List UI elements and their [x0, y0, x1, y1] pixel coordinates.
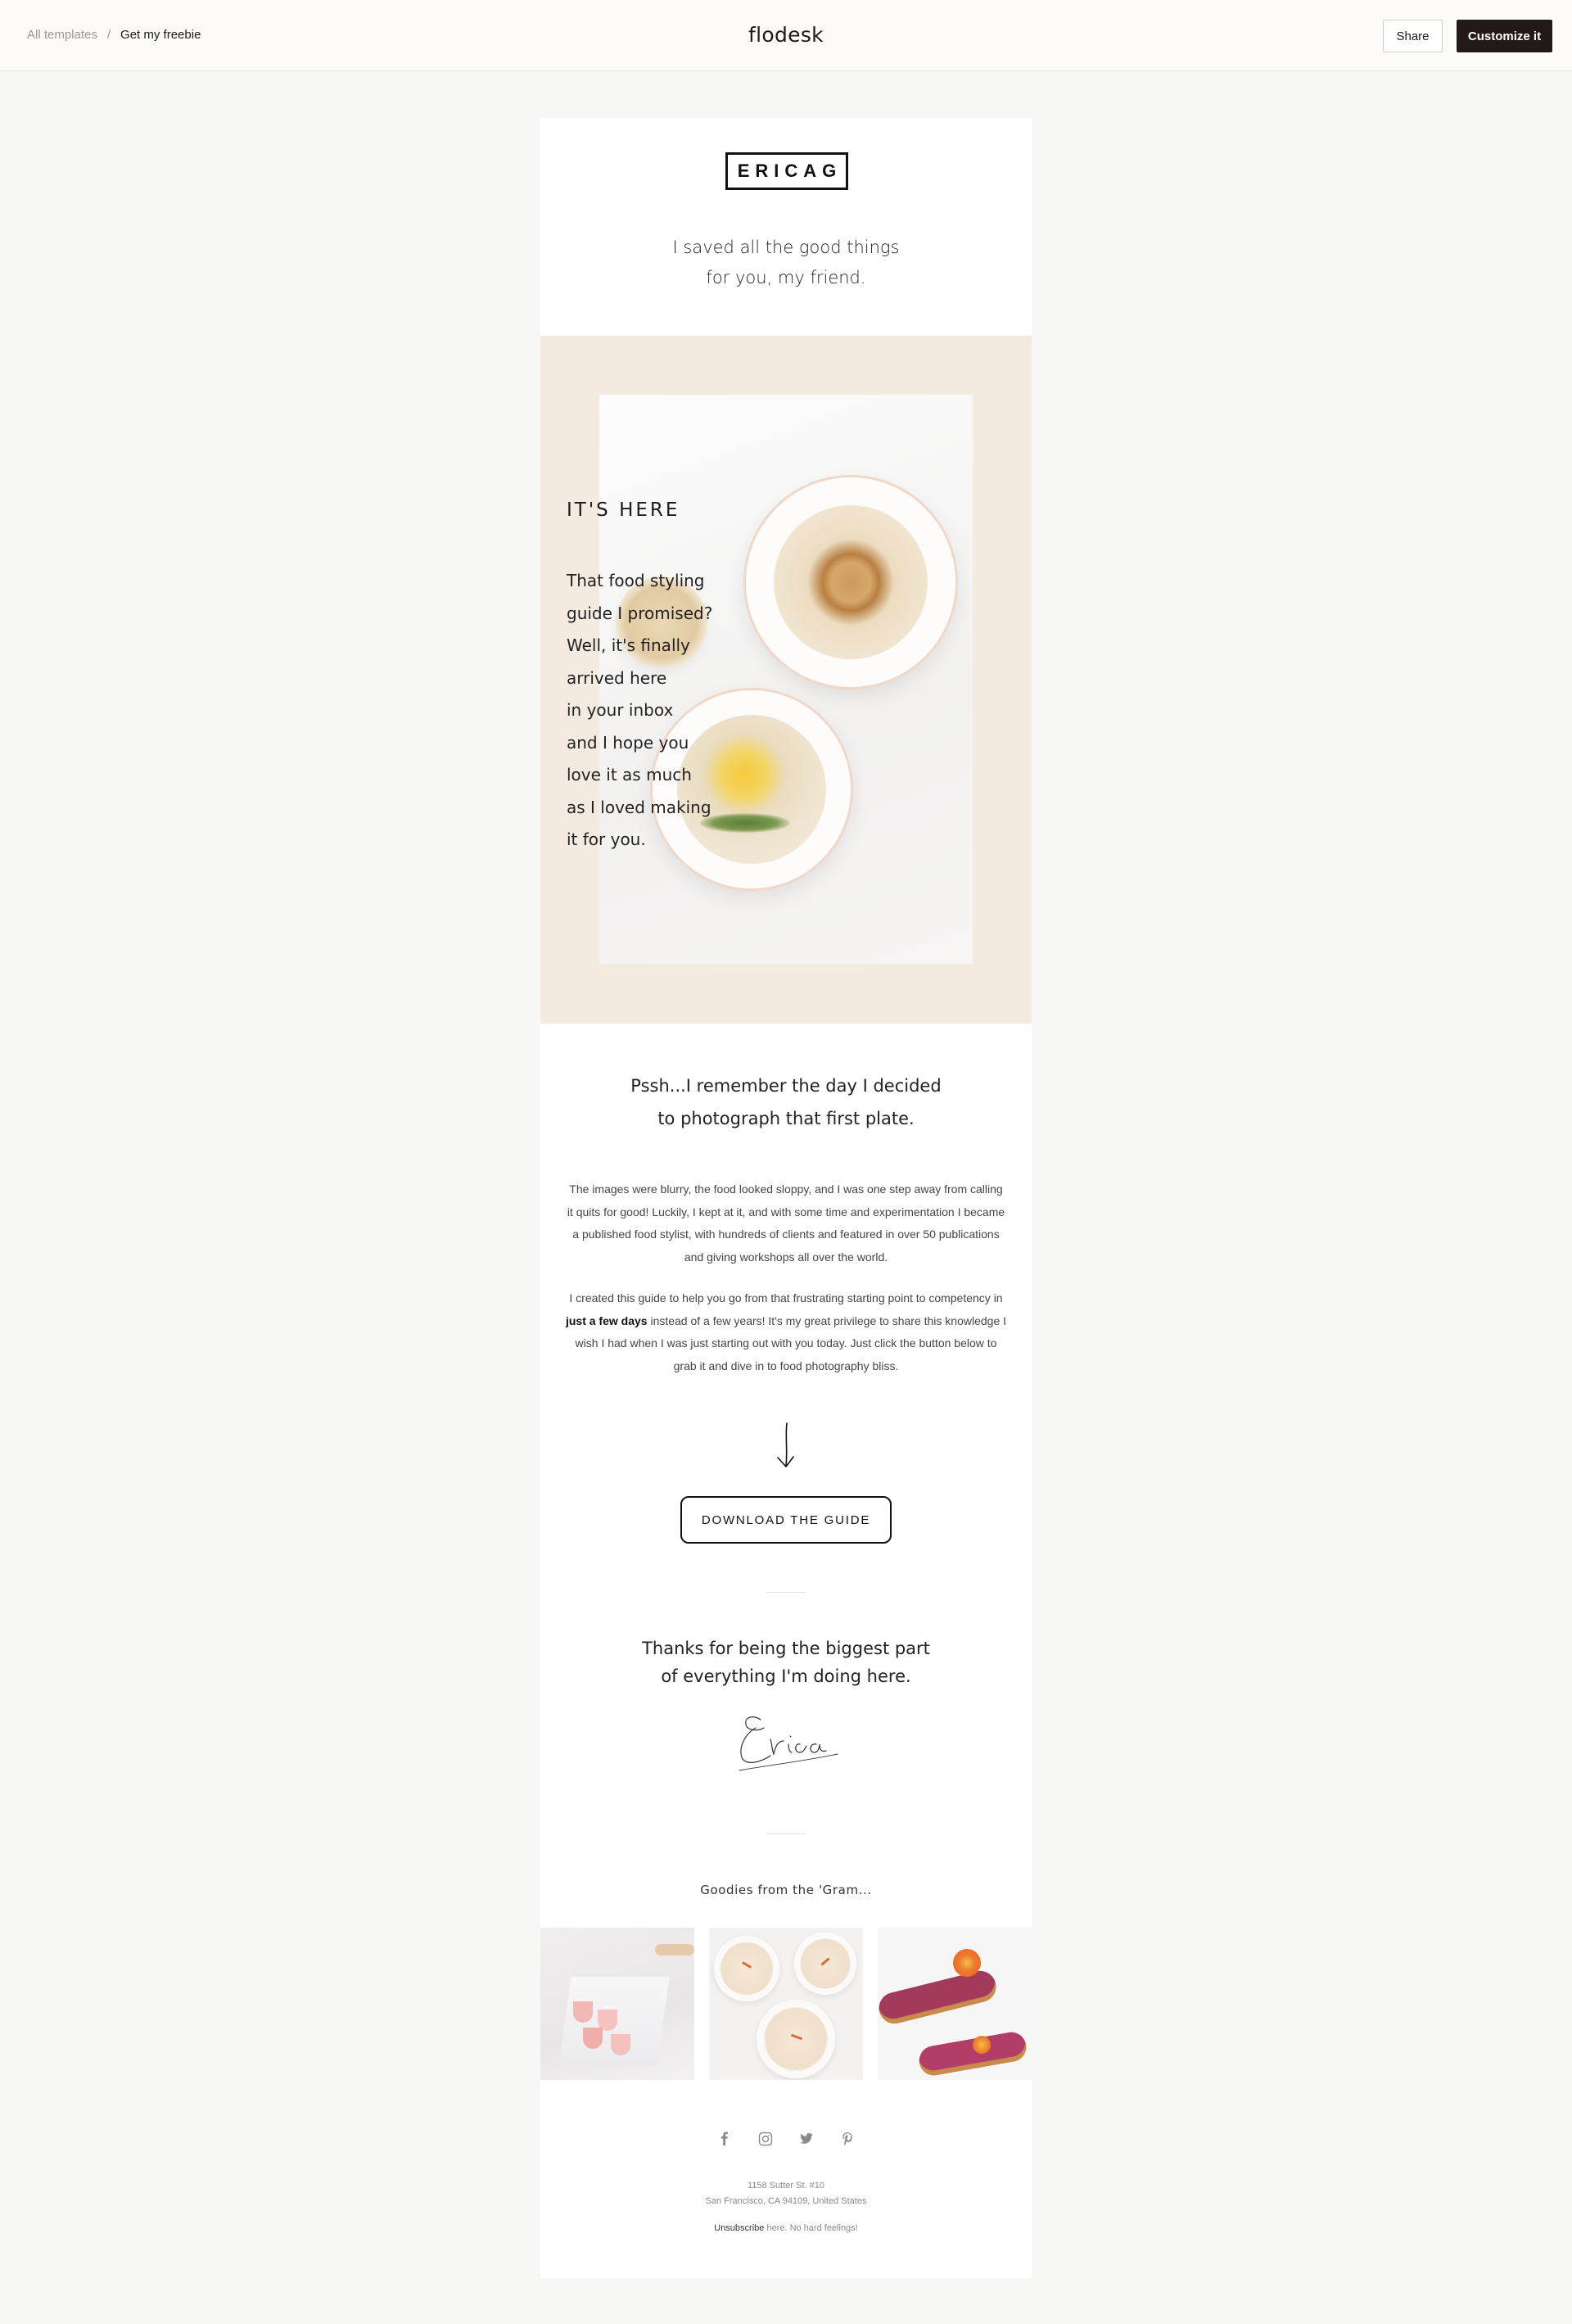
- unsubscribe-text: Unsubscribe here. No hard feelings!: [540, 2223, 1032, 2233]
- instagram-photo-soup[interactable]: [709, 1928, 863, 2080]
- breadcrumb-separator: /: [106, 28, 111, 42]
- footer-address: 1158 Sutter St. #10 San Francisco, CA 94…: [540, 2178, 1032, 2209]
- top-bar: All templates / Get my freebie flodesk S…: [0, 0, 1572, 71]
- email-preview: ERICAG I saved all the good things for y…: [540, 118, 1032, 2278]
- facebook-icon[interactable]: [716, 2131, 733, 2147]
- address-line-2: San Francisco, CA 94109, United States: [705, 2196, 867, 2206]
- hero-line: love it as much: [567, 765, 692, 784]
- hero-line: guide I promised?: [567, 603, 713, 623]
- para2-text-start: I created this guide to help you go from…: [569, 1291, 1003, 1304]
- body-paragraph-1: The images were blurry, the food looked …: [567, 1182, 1005, 1264]
- intro-line-2: for you, my friend.: [706, 268, 866, 287]
- divider: [766, 1592, 806, 1593]
- top-plate: [743, 475, 958, 690]
- lead-text: Pssh...I remember the day I decided to p…: [540, 1069, 1032, 1135]
- thanks-line-1: Thanks for being the biggest part: [642, 1639, 930, 1658]
- hero-line: and I hope you: [567, 732, 689, 753]
- thanks-line-2: of everything I'm doing here.: [661, 1666, 911, 1686]
- hero-section: IT'S HERE That food styling guide I prom…: [540, 336, 1032, 1024]
- brand-logo: flodesk: [748, 23, 824, 47]
- instagram-heading: Goodies from the 'Gram...: [700, 1883, 872, 1897]
- address-line-1: 1158 Sutter St. #10: [748, 2181, 824, 2191]
- hero-line: in your inbox: [567, 700, 674, 720]
- divider: [766, 1833, 806, 1834]
- hero-line: Well, it's finally: [567, 635, 690, 655]
- instagram-icon[interactable]: [757, 2131, 774, 2147]
- hero-line: as I loved making: [567, 797, 711, 817]
- instagram-photo-drinks[interactable]: [540, 1928, 694, 2080]
- download-guide-button[interactable]: DOWNLOAD THE GUIDE: [680, 1496, 892, 1544]
- body-paragraph-2: I created this guide to help you go from…: [565, 1287, 1007, 1377]
- hero-line: arrived here: [567, 667, 667, 688]
- social-links: [540, 2131, 1032, 2147]
- hero-heading: IT'S HERE: [567, 500, 680, 521]
- pinterest-icon[interactable]: [839, 2131, 856, 2147]
- email-logo: ERICAG: [725, 152, 848, 190]
- twitter-icon[interactable]: [798, 2131, 815, 2147]
- intro-line-1: I saved all the good things: [672, 237, 900, 257]
- hero-line: That food styling: [567, 571, 705, 590]
- unsubscribe-rest: here. No hard feelings!: [764, 2223, 858, 2233]
- thanks-text: Thanks for being the biggest part of eve…: [540, 1634, 1032, 1690]
- share-button[interactable]: Share: [1383, 20, 1443, 52]
- breadcrumb: All templates / Get my freebie: [27, 28, 201, 42]
- intro-text: I saved all the good things for you, my …: [540, 233, 1032, 293]
- signature-erica: [739, 1716, 838, 1771]
- down-arrow-icon: [777, 1422, 794, 1467]
- lead-line-1: Pssh...I remember the day I decided: [630, 1076, 942, 1096]
- breadcrumb-current: Get my freebie: [120, 28, 201, 42]
- hero-body: That food styling guide I promised? Well…: [567, 565, 730, 857]
- lead-line-2: to photograph that first plate.: [657, 1109, 915, 1128]
- hero-line: it for you.: [567, 830, 646, 849]
- breadcrumb-all-templates[interactable]: All templates: [27, 28, 97, 42]
- para2-emphasis: just a few days: [565, 1313, 648, 1327]
- customize-button[interactable]: Customize it: [1457, 20, 1552, 52]
- unsubscribe-link[interactable]: Unsubscribe: [714, 2223, 764, 2233]
- instagram-photo-toast[interactable]: [878, 1928, 1032, 2080]
